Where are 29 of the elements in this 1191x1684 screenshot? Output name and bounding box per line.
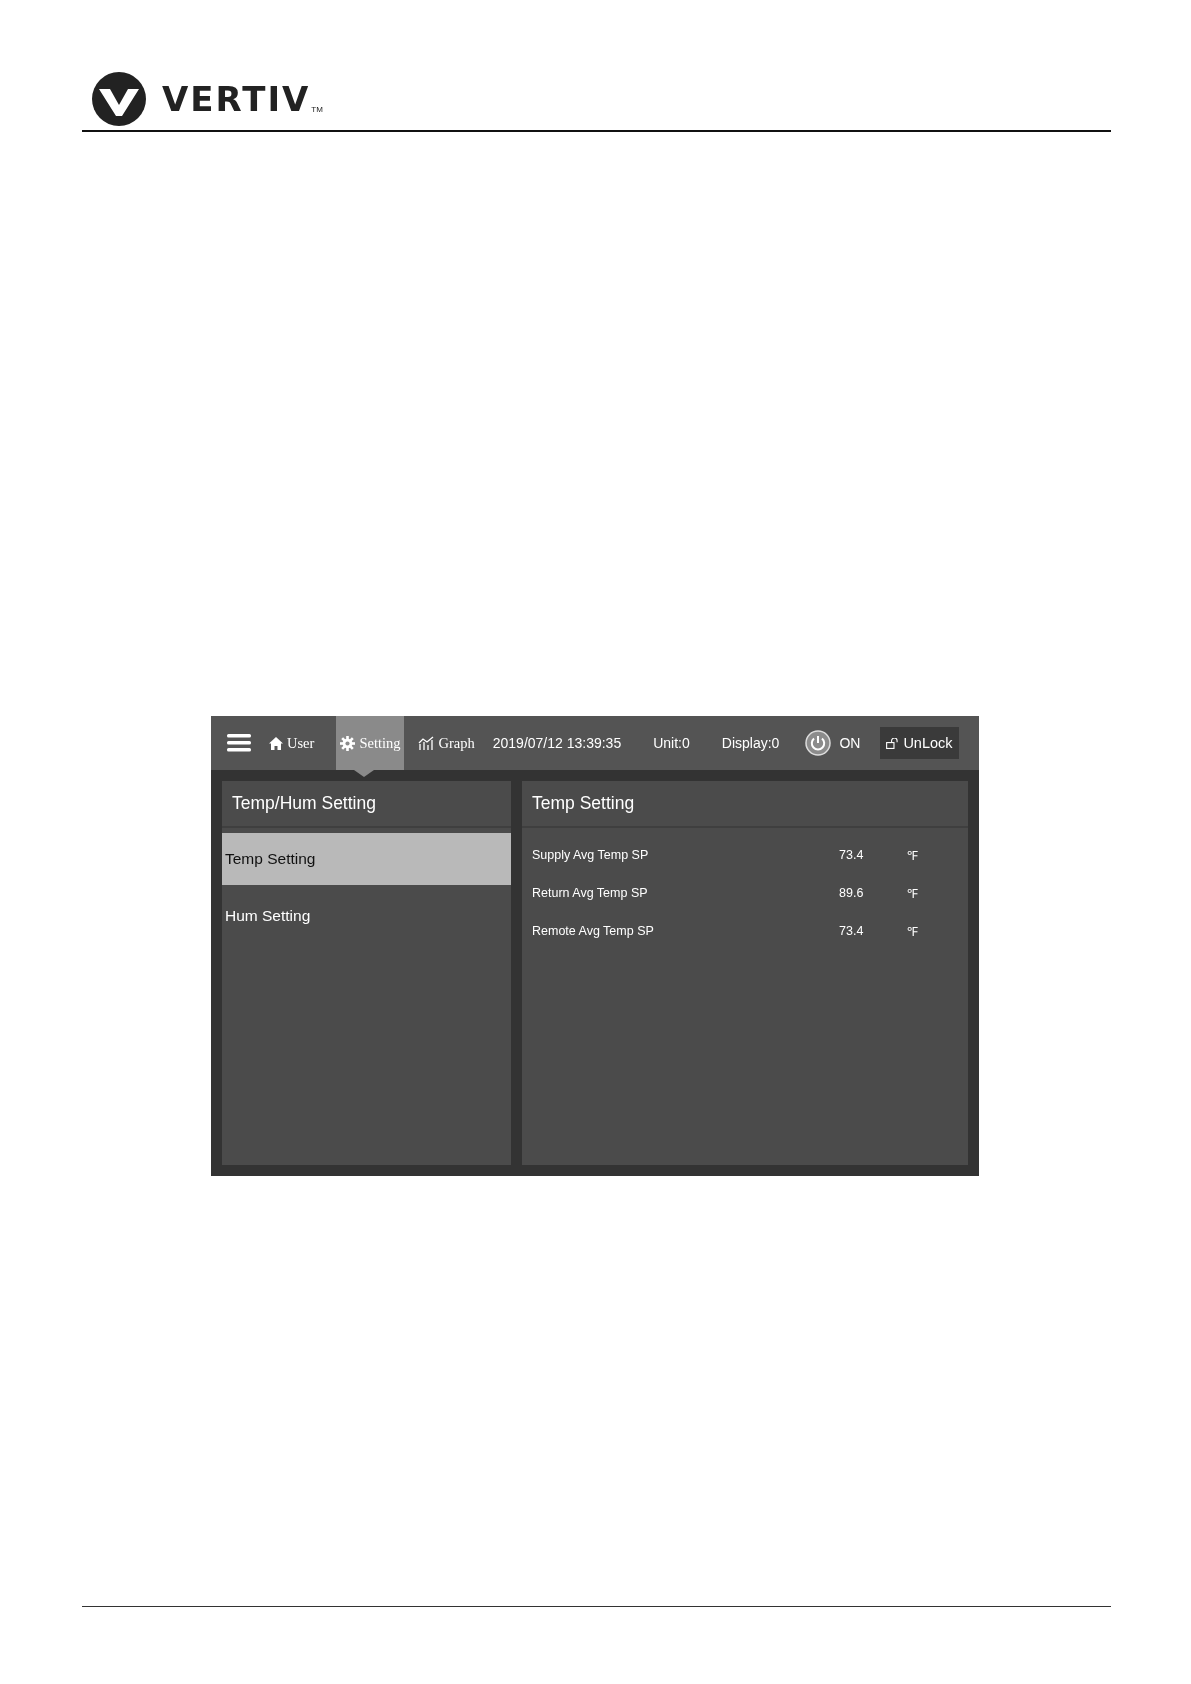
power-status: ON [839,735,861,751]
display-label: Display:0 [721,735,780,751]
trademark: TM [311,105,323,114]
panel-title: Temp Setting [522,781,968,828]
setting-value[interactable]: 89.6 [839,886,907,900]
chart-icon [418,736,435,750]
unit-label: Unit:0 [653,735,690,751]
nav-tab[interactable]: User [265,716,319,770]
setting-name: Return Avg Temp SP [532,886,649,900]
list-item[interactable]: Temp Setting [222,833,511,885]
unit-symbol: ℉ [907,847,918,864]
setting-name: Supply Avg Temp SP [532,848,650,862]
setting-value[interactable]: 73.4 [839,848,907,862]
date-time: 2019/07/12 13:39:35 [492,735,622,751]
unit-symbol: ℉ [907,885,918,902]
settings-icon [340,735,356,751]
unlock-icon [886,737,900,749]
panel-title: Temp/Hum Setting [222,781,511,828]
unlock-button[interactable]: UnLock [880,727,959,759]
power-icon[interactable] [805,730,832,756]
logo-icon [92,72,146,126]
nav-tab[interactable]: Graph [414,716,479,770]
logo-wordmark: VERTIV [162,79,311,119]
unit-symbol: ℉ [907,923,918,940]
list-item[interactable]: Hum Setting [222,890,511,942]
setting-value[interactable]: 73.4 [839,924,907,938]
setting-name: Remote Avg Temp SP [532,924,655,938]
menu-icon[interactable] [227,734,251,752]
home-icon [269,736,283,750]
